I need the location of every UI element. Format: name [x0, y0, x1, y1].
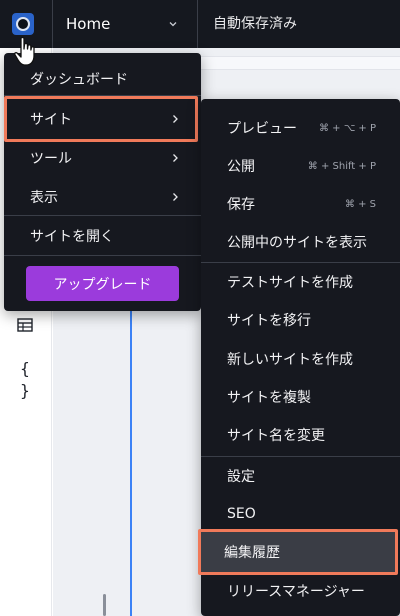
submenu-item-seo[interactable]: SEO: [201, 495, 400, 533]
menu-item-label: SEO: [227, 506, 256, 522]
shortcut-label: ⌘ + Shift + P: [307, 160, 376, 172]
menu-item-view[interactable]: 表示: [4, 178, 201, 216]
menu-item-label: ツール: [30, 151, 72, 167]
logo-ring: [16, 17, 30, 31]
site-main-menu: ダッシュボード サイト ツール 表示 サイトを開く アップグレード: [4, 53, 201, 311]
menu-item-label: サイトを複製: [227, 390, 311, 406]
menu-item-label: サイト名を変更: [227, 428, 325, 444]
menu-item-label: 表示: [30, 190, 58, 206]
submenu-item-create-new-site[interactable]: 新しいサイトを作成: [201, 340, 400, 378]
menu-item-label: リリースマネージャー: [227, 584, 365, 600]
submenu-item-duplicate-site[interactable]: サイトを複製: [201, 378, 400, 416]
page-name: Home: [66, 15, 111, 33]
autosave-status: 自動保存済み: [213, 16, 297, 32]
submenu-item-save[interactable]: 保存 ⌘ + S: [201, 185, 400, 223]
toolbar-divider: [197, 0, 198, 48]
submenu-item-view-published[interactable]: 公開中のサイトを表示: [201, 223, 400, 261]
submenu-item-preview[interactable]: プレビュー ⌘ + ⌥ + P: [201, 109, 400, 147]
submenu-item-transfer-site[interactable]: サイトを移行: [201, 301, 400, 339]
chevron-down-icon: [169, 22, 177, 27]
menu-item-label: サイトを開く: [30, 229, 114, 245]
menu-divider: [4, 255, 201, 256]
submenu-item-rename-site[interactable]: サイト名を変更: [201, 416, 400, 454]
submenu-item-settings[interactable]: 設定: [201, 457, 400, 495]
history-item-row: 編集履歴: [201, 533, 395, 571]
page-selector[interactable]: Home: [66, 0, 196, 48]
shortcut-label: ⌘ + S: [344, 198, 376, 210]
top-bar: Home 自動保存済み: [0, 0, 400, 48]
upgrade-button[interactable]: アップグレード: [26, 266, 179, 301]
submenu-item-publish[interactable]: 公開 ⌘ + Shift + P: [201, 147, 400, 185]
site-menu-button[interactable]: [10, 11, 38, 39]
submenu-item-release-manager[interactable]: リリースマネージャー: [201, 572, 400, 610]
toolbar-divider: [52, 0, 53, 48]
menu-item-label: 新しいサイトを作成: [227, 352, 353, 368]
submenu-item-edit-history[interactable]: 編集履歴: [198, 529, 398, 575]
chevron-right-icon: [173, 154, 178, 162]
menu-item-label: サイトを移行: [227, 313, 311, 329]
menu-item-tools[interactable]: ツール: [4, 139, 201, 177]
menu-item-label: 設定: [227, 469, 255, 485]
menu-item-label: 保存: [227, 197, 255, 213]
menu-item-label: 編集履歴: [224, 545, 280, 561]
hand-cursor-icon: [14, 36, 35, 66]
table-icon[interactable]: [14, 314, 36, 336]
menu-item-label: プレビュー: [227, 121, 297, 137]
highlight-site-item: [4, 96, 198, 142]
menu-item-open-site[interactable]: サイトを開く: [4, 217, 201, 255]
section-guide-line: [130, 300, 132, 616]
chevron-right-icon: [173, 193, 178, 201]
shortcut-label: ⌘ + ⌥ + P: [318, 122, 376, 134]
menu-item-label: テストサイトを作成: [227, 275, 353, 291]
menu-divider: [4, 215, 201, 216]
braces-icon[interactable]: { }: [14, 358, 36, 400]
menu-item-label: 公開: [227, 159, 255, 175]
menu-item-label: ダッシュボード: [30, 72, 128, 88]
scrollbar-handle[interactable]: [103, 594, 106, 616]
menu-item-label: 公開中のサイトを表示: [227, 235, 367, 251]
submenu-item-create-test-site[interactable]: テストサイトを作成: [201, 263, 400, 301]
